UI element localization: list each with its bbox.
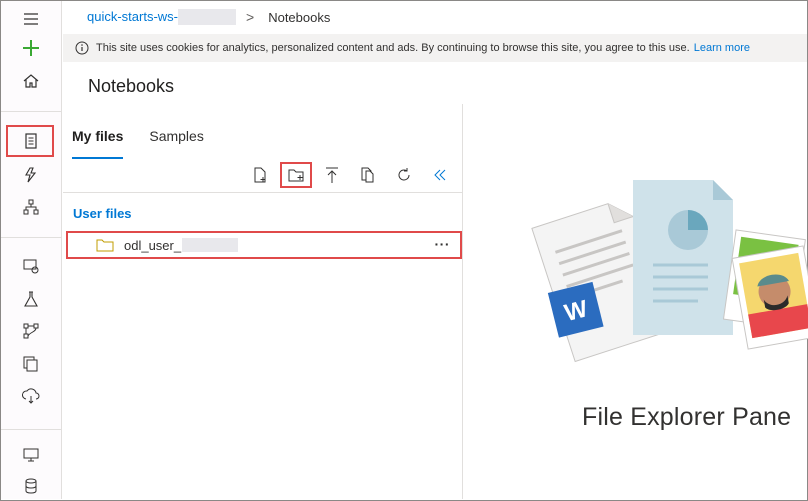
new-file-button[interactable] (244, 162, 276, 188)
tab-samples[interactable]: Samples (149, 128, 203, 159)
redacted-mask (178, 9, 237, 26)
duplicate-button[interactable] (352, 162, 384, 188)
hamburger-icon[interactable] (19, 7, 43, 31)
breadcrumb-workspace-link[interactable]: quick-starts-ws- (87, 9, 237, 26)
pane-divider (63, 192, 463, 193)
datasets-icon[interactable] (19, 254, 43, 278)
user-files-label: User files (73, 206, 132, 221)
file-explorer-illustration: W (531, 180, 808, 363)
redacted-mask (182, 238, 239, 252)
collapse-icon (434, 169, 446, 181)
pipelines-icon[interactable] (19, 319, 43, 343)
file-toolbar (244, 162, 456, 188)
left-nav-rail (1, 1, 62, 499)
rail-divider (1, 237, 62, 238)
add-icon[interactable] (19, 36, 43, 60)
folder-icon (96, 238, 114, 252)
tab-my-files[interactable]: My files (72, 128, 124, 159)
designer-icon[interactable] (19, 195, 43, 219)
collapse-button[interactable] (424, 162, 456, 188)
experiments-icon[interactable] (19, 287, 43, 311)
automl-icon[interactable] (19, 163, 43, 187)
file-row[interactable]: odl_user_ ··· (66, 231, 462, 259)
compute-icon[interactable] (19, 443, 43, 467)
learn-more-link[interactable]: Learn more (694, 42, 750, 54)
file-name: odl_user_ (124, 237, 182, 253)
new-folder-icon (288, 169, 304, 182)
cookie-text: This site uses cookies for analytics, pe… (96, 42, 690, 54)
info-icon (75, 41, 89, 55)
upload-button[interactable] (316, 162, 348, 188)
rail-divider (1, 429, 62, 430)
file-explorer-pane-label: File Explorer Pane (582, 403, 792, 431)
notebook-icon[interactable] (19, 129, 43, 153)
new-folder-button[interactable] (280, 162, 312, 188)
refresh-icon (398, 168, 410, 181)
cookie-banner: This site uses cookies for analytics, pe… (63, 34, 807, 62)
upload-icon (326, 167, 338, 183)
breadcrumb-current: Notebooks (268, 9, 331, 25)
duplicate-icon (361, 167, 374, 183)
models-icon[interactable] (19, 352, 43, 376)
file-explorer-pane: My files Samples User files odl_user_ ··… (63, 104, 463, 499)
endpoints-icon[interactable] (19, 384, 43, 408)
new-file-icon (254, 167, 266, 183)
more-options-icon[interactable]: ··· (435, 236, 451, 252)
refresh-button[interactable] (388, 162, 420, 188)
breadcrumb: quick-starts-ws- > Notebooks (63, 1, 807, 33)
file-tabs: My files Samples (72, 128, 230, 159)
breadcrumb-separator: > (246, 9, 255, 25)
datastores-icon[interactable] (19, 474, 43, 498)
home-icon[interactable] (19, 69, 43, 93)
page-title: Notebooks (88, 76, 175, 96)
rail-divider (1, 111, 62, 112)
